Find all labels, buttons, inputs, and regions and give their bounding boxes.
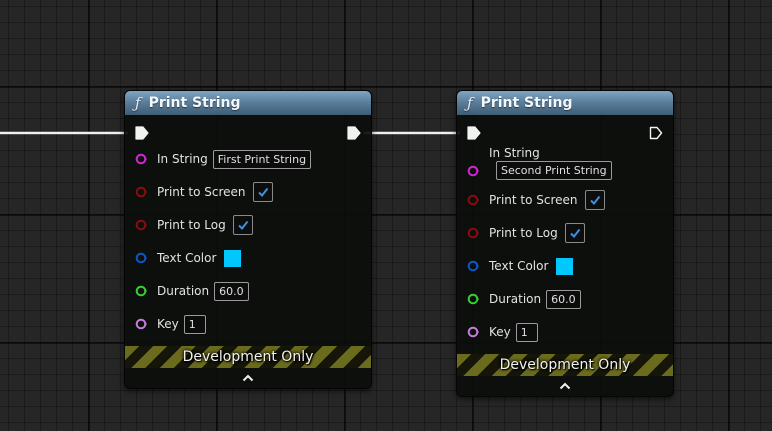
advanced-pins-toggle[interactable] <box>125 368 371 388</box>
struct-pin-icon[interactable] <box>135 252 147 264</box>
name-pin-icon[interactable] <box>467 326 479 338</box>
function-icon: ƒ <box>467 94 473 112</box>
print-to-screen-label: Print to Screen <box>489 193 578 207</box>
key-label: Key <box>157 317 179 331</box>
exec-in-pin[interactable] <box>467 126 481 140</box>
text-color-swatch[interactable] <box>555 256 575 276</box>
function-icon: ƒ <box>135 94 141 112</box>
print-string-node-1[interactable]: ƒ Print String In String First Print Str… <box>124 90 372 389</box>
float-pin-icon[interactable] <box>467 293 479 305</box>
node-header[interactable]: ƒ Print String <box>125 91 371 115</box>
duration-input[interactable]: 60.0 <box>546 289 581 309</box>
print-to-screen-checkbox[interactable] <box>584 190 605 210</box>
bool-pin-icon[interactable] <box>467 194 479 206</box>
node-title: Print String <box>148 95 241 111</box>
key-label: Key <box>489 325 511 339</box>
key-input[interactable]: 1 <box>515 322 538 342</box>
node-header[interactable]: ƒ Print String <box>457 91 673 115</box>
string-pin-icon[interactable] <box>467 165 479 177</box>
in-string-input[interactable]: First Print String <box>212 149 312 169</box>
string-pin-icon[interactable] <box>135 153 147 165</box>
development-only-banner: Development Only <box>125 346 371 368</box>
in-string-label: In String <box>489 146 540 160</box>
development-only-label: Development Only <box>499 357 631 373</box>
float-pin-icon[interactable] <box>135 285 147 297</box>
print-to-log-checkbox[interactable] <box>232 215 253 235</box>
duration-label: Duration <box>489 292 542 306</box>
text-color-label: Text Color <box>157 251 217 265</box>
node-title: Print String <box>480 95 573 111</box>
in-string-input[interactable]: Second Print String <box>496 161 612 180</box>
print-to-log-checkbox[interactable] <box>564 223 585 243</box>
development-only-label: Development Only <box>182 349 314 365</box>
checkmark-icon <box>570 228 581 239</box>
bool-pin-icon[interactable] <box>135 219 147 231</box>
exec-in-pin[interactable] <box>135 126 149 140</box>
in-string-label: In String <box>157 152 208 166</box>
checkmark-icon <box>238 220 249 231</box>
struct-pin-icon[interactable] <box>467 260 479 272</box>
exec-out-pin[interactable] <box>347 126 361 140</box>
print-to-log-label: Print to Log <box>157 218 226 232</box>
duration-label: Duration <box>157 284 210 298</box>
exec-out-pin-unconnected[interactable] <box>649 126 663 140</box>
text-color-swatch[interactable] <box>223 248 243 268</box>
print-to-screen-label: Print to Screen <box>157 185 246 199</box>
key-input[interactable]: 1 <box>183 314 206 334</box>
advanced-pins-toggle[interactable] <box>457 376 673 396</box>
print-string-node-2[interactable]: ƒ Print String In String Second Print St… <box>456 90 674 397</box>
bool-pin-icon[interactable] <box>467 227 479 239</box>
checkmark-icon <box>589 195 600 206</box>
duration-input[interactable]: 60.0 <box>214 281 249 301</box>
checkmark-icon <box>257 187 268 198</box>
name-pin-icon[interactable] <box>135 318 147 330</box>
print-to-log-label: Print to Log <box>489 226 558 240</box>
development-only-banner: Development Only <box>457 354 673 376</box>
chevron-up-icon <box>242 374 254 382</box>
print-to-screen-checkbox[interactable] <box>252 182 273 202</box>
text-color-label: Text Color <box>489 259 549 273</box>
chevron-up-icon <box>559 382 571 390</box>
bool-pin-icon[interactable] <box>135 186 147 198</box>
